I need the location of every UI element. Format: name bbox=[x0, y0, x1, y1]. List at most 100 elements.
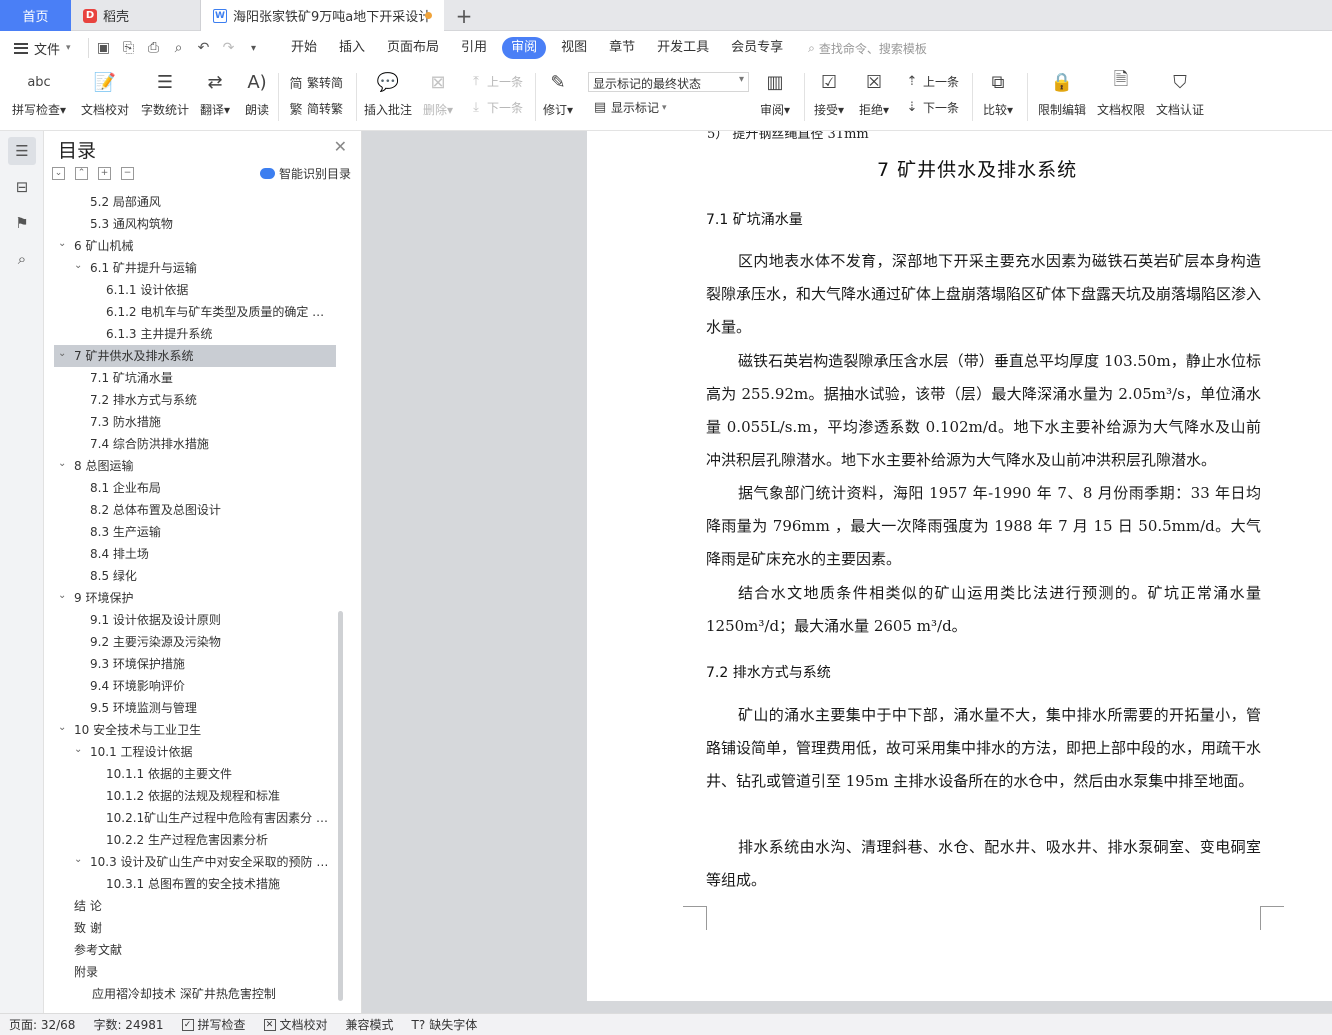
chevron-down-icon[interactable]: ⌄ bbox=[74, 741, 82, 761]
doc-proof-status[interactable]: ✕ 文档校对 bbox=[255, 1016, 337, 1033]
menu-tab[interactable]: 插入 bbox=[328, 37, 376, 59]
toc-item[interactable]: 9.1 设计依据及设计原则 bbox=[44, 609, 344, 631]
toc-item[interactable]: 参考文献 bbox=[44, 939, 344, 961]
toc-item[interactable]: ⌄ 10 安全技术与工业卫生 bbox=[44, 719, 344, 741]
track-changes-button[interactable]: ✎ 修订▾ bbox=[543, 69, 573, 118]
expand-all-icon[interactable]: ⌃ bbox=[75, 167, 88, 180]
simp-to-trad-button[interactable]: 繁简转繁 bbox=[288, 99, 343, 118]
chevron-down-icon[interactable]: ⌄ bbox=[58, 455, 66, 475]
toc-item[interactable]: 7.1 矿坑涌水量 bbox=[44, 367, 344, 389]
next-change-button[interactable]: ⇣ 下一条 bbox=[904, 99, 959, 116]
next-comment-button[interactable]: ⤓ 下一条 bbox=[468, 99, 523, 116]
toc-item[interactable]: 10.2.2 生产过程危害因素分析 bbox=[44, 829, 344, 851]
collapse-all-icon[interactable]: ⌄ bbox=[52, 167, 65, 180]
toc-item[interactable]: 10.1.2 依据的法规及规程和标准 bbox=[44, 785, 344, 807]
reject-button[interactable]: ☒ 拒绝▾ bbox=[859, 69, 889, 118]
print-preview-icon[interactable]: ⌕ bbox=[170, 40, 187, 56]
toc-item[interactable]: 致 谢 bbox=[44, 917, 344, 939]
menu-tab[interactable]: 章节 bbox=[598, 37, 646, 59]
compare-button[interactable]: ⧉ 比较▾ bbox=[983, 69, 1013, 118]
show-markup-button[interactable]: ▤ 显示标记 ▾ bbox=[592, 99, 667, 116]
new-tab-button[interactable]: + bbox=[444, 0, 484, 31]
toc-item[interactable]: 9.5 环境监测与管理 bbox=[44, 697, 344, 719]
accept-button[interactable]: ☑ 接受▾ bbox=[814, 69, 844, 118]
toc-item[interactable]: 9.4 环境影响评价 bbox=[44, 675, 344, 697]
remove-heading-icon[interactable]: − bbox=[121, 167, 134, 180]
output-icon[interactable]: ⎘ bbox=[120, 40, 137, 56]
toc-item[interactable]: 结 论 bbox=[44, 895, 344, 917]
toc-item[interactable]: 7.2 排水方式与系统 bbox=[44, 389, 344, 411]
toc-item[interactable]: ⌄ 9 环境保护 bbox=[44, 587, 344, 609]
toc-item[interactable]: 5.2 局部通风 bbox=[44, 191, 344, 213]
menu-tab[interactable]: 会员专享 bbox=[720, 37, 794, 59]
page-indicator[interactable]: 页面: 32/68 bbox=[0, 1016, 84, 1033]
chevron-down-icon[interactable]: ⌄ bbox=[58, 587, 66, 607]
toc-item[interactable]: ⌄ 6 矿山机械 bbox=[44, 235, 344, 257]
toc-item[interactable]: ⌄ 8 总图运输 bbox=[44, 455, 344, 477]
toc-item[interactable]: ⌄ 7 矿井供水及排水系统 bbox=[54, 345, 336, 367]
spell-check-status[interactable]: ✓ 拼写检查 bbox=[173, 1016, 255, 1033]
close-icon[interactable]: ✕ bbox=[334, 137, 347, 156]
doc-proof-button[interactable]: 📝 文档校对 bbox=[81, 69, 129, 118]
file-menu-button[interactable]: 文件 ▾ bbox=[0, 39, 88, 58]
toc-item[interactable]: 8.5 绿化 bbox=[44, 565, 344, 587]
toc-item[interactable]: 7.3 防水措施 bbox=[44, 411, 344, 433]
menu-tab[interactable]: 视图 bbox=[550, 37, 598, 59]
restrict-edit-button[interactable]: 🔒 限制编辑 bbox=[1038, 69, 1086, 118]
chevron-down-icon[interactable]: ⌄ bbox=[58, 235, 66, 255]
translate-button[interactable]: ⇄ 翻译▾ bbox=[200, 69, 230, 118]
toc-item[interactable]: 6.1.3 主井提升系统 bbox=[44, 323, 344, 345]
toc-item[interactable]: ⌄ 6.1 矿井提升与运输 bbox=[44, 257, 344, 279]
toc-item[interactable]: 6.1.1 设计依据 bbox=[44, 279, 344, 301]
word-count-indicator[interactable]: 字数: 24981 bbox=[84, 1016, 172, 1033]
toc-item[interactable]: ⌄ 10.3 设计及矿山生产中对安全采取的预防 … bbox=[44, 851, 344, 873]
toc-item[interactable]: 应用褶冷却技术 深矿井热危害控制 bbox=[44, 983, 344, 1005]
document-page[interactable]: 5） 提升钢丝绳直径 31mm 7 矿井供水及排水系统 7.1 矿坑涌水量 区内… bbox=[587, 131, 1332, 1001]
menu-tab[interactable]: 开始 bbox=[280, 37, 328, 59]
command-search[interactable]: ⌕ 查找命令、搜索模板 bbox=[808, 40, 927, 57]
bookmark-icon[interactable]: ⚑ bbox=[8, 209, 36, 237]
tab-home[interactable]: 首页 bbox=[0, 0, 71, 31]
review-pane-button[interactable]: ▥ 审阅▾ bbox=[760, 69, 790, 118]
toc-item[interactable]: 6.1.2 电机车与矿车类型及质量的确定 … bbox=[44, 301, 344, 323]
chevron-down-icon[interactable]: ⌄ bbox=[58, 345, 66, 365]
markup-state-select[interactable]: 显示标记的最终状态 bbox=[588, 72, 749, 92]
menu-tab[interactable]: 引用 bbox=[450, 37, 498, 59]
menu-tab[interactable]: 审阅 bbox=[502, 37, 547, 59]
doc-certify-button[interactable]: ⛉ 文档认证 bbox=[1156, 69, 1204, 118]
chevron-down-icon[interactable]: ⌄ bbox=[74, 851, 82, 871]
toc-item[interactable]: 10.3.1 总图布置的安全技术措施 bbox=[44, 873, 344, 895]
smart-toc-button[interactable]: 智能识别目录 bbox=[259, 165, 351, 182]
spell-check-button[interactable]: abc 拼写检查▾ bbox=[12, 69, 66, 118]
menu-tab[interactable]: 页面布局 bbox=[376, 37, 450, 59]
chevron-down-icon[interactable]: ⌄ bbox=[58, 719, 66, 739]
missing-font-button[interactable]: T? 缺失字体 bbox=[403, 1016, 487, 1033]
toc-item[interactable]: ⌄ 10.1 工程设计依据 bbox=[44, 741, 344, 763]
tab-daoke[interactable]: D 稻壳 bbox=[71, 0, 201, 31]
word-count-button[interactable]: ☰ 字数统计 bbox=[141, 69, 189, 118]
undo-icon[interactable]: ↶ bbox=[195, 40, 212, 56]
prev-comment-button[interactable]: ⤒ 上一条 bbox=[468, 73, 523, 90]
tab-document[interactable]: W 海阳张家铁矿9万吨a地下开采设计 bbox=[201, 0, 444, 31]
toc-scrollbar[interactable] bbox=[338, 611, 343, 1001]
redo-icon[interactable]: ↷ bbox=[220, 40, 237, 56]
toc-item[interactable]: 9.2 主要污染源及污染物 bbox=[44, 631, 344, 653]
trad-to-simp-button[interactable]: 简繁转简 bbox=[288, 73, 343, 92]
prev-change-button[interactable]: ⇡ 上一条 bbox=[904, 73, 959, 90]
search-icon[interactable]: ⌕ bbox=[8, 245, 36, 273]
customize-dropdown-icon[interactable]: ▾ bbox=[245, 43, 262, 54]
toc-item[interactable]: 8.3 生产运输 bbox=[44, 521, 344, 543]
chevron-down-icon[interactable]: ⌄ bbox=[74, 257, 82, 277]
toc-item[interactable]: 7.4 综合防洪排水措施 bbox=[44, 433, 344, 455]
toc-panel-icon[interactable]: ☰ bbox=[8, 137, 36, 165]
add-heading-icon[interactable]: + bbox=[98, 167, 111, 180]
chapter-nav-icon[interactable]: ⊟ bbox=[8, 173, 36, 201]
insert-comment-button[interactable]: 💬 插入批注 bbox=[364, 69, 412, 118]
toc-item[interactable]: 9.3 环境保护措施 bbox=[44, 653, 344, 675]
delete-comment-button[interactable]: ⊠ 删除▾ bbox=[423, 69, 453, 118]
toc-item[interactable]: 8.1 企业布局 bbox=[44, 477, 344, 499]
print-icon[interactable]: ⎙ bbox=[145, 40, 162, 56]
doc-rights-button[interactable]: 🗎 文档权限 bbox=[1097, 69, 1145, 118]
toc-item[interactable]: 10.1.1 依据的主要文件 bbox=[44, 763, 344, 785]
toc-item[interactable]: 8.2 总体布置及总图设计 bbox=[44, 499, 344, 521]
